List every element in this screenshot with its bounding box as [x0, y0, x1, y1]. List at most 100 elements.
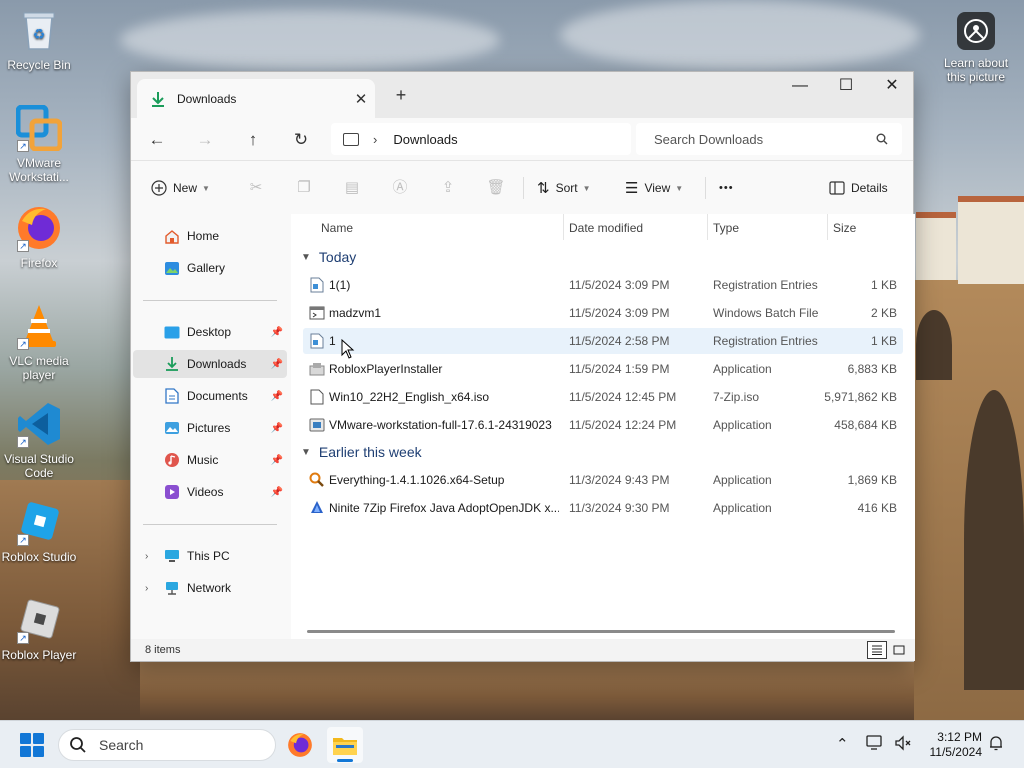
- sidebar-item-downloads[interactable]: Downloads 📌: [133, 350, 287, 378]
- back-button[interactable]: ←: [143, 126, 171, 154]
- file-row[interactable]: Ninite 7Zip Firefox Java AdoptOpenJDK x.…: [303, 495, 903, 521]
- windows-logo-icon: [33, 746, 44, 757]
- column-header-name[interactable]: Name: [321, 214, 353, 242]
- sidebar-item-gallery[interactable]: Gallery: [133, 254, 287, 282]
- taskbar-file-explorer[interactable]: [327, 727, 363, 763]
- desktop-icon-recycle-bin[interactable]: ♻ Recycle Bin: [1, 6, 77, 72]
- notification-bell-icon[interactable]: [988, 735, 1004, 755]
- tiles-view-button[interactable]: [889, 641, 909, 659]
- sidebar-item-home[interactable]: Home: [133, 222, 287, 250]
- file-type: Application: [713, 418, 772, 432]
- close-button[interactable]: ✕: [869, 72, 915, 102]
- pin-icon[interactable]: 📌: [271, 391, 283, 402]
- clock-date: 11/5/2024: [929, 745, 983, 759]
- sort-label: Sort: [555, 181, 578, 195]
- volume-muted-icon[interactable]: [894, 735, 912, 755]
- start-button[interactable]: [20, 733, 44, 757]
- search-input[interactable]: Search Downloads: [636, 123, 902, 155]
- learn-about-picture[interactable]: Learn about this picture: [940, 12, 1012, 84]
- file-name: Everything-1.4.1.1026.x64-Setup: [329, 473, 505, 487]
- forward-button[interactable]: →: [191, 126, 219, 154]
- file-size: 1,869 KB: [847, 473, 897, 487]
- maximize-button[interactable]: ☐: [823, 72, 869, 102]
- display-icon[interactable]: [866, 735, 884, 755]
- pin-icon[interactable]: 📌: [271, 423, 283, 434]
- details-button[interactable]: Details: [829, 175, 888, 201]
- wallpaper-bridge-arch: [916, 310, 952, 380]
- registry-file-icon: [309, 333, 325, 349]
- column-header-date[interactable]: Date modified: [569, 214, 643, 242]
- pin-icon[interactable]: 📌: [271, 487, 283, 498]
- toolbar-divider: [705, 177, 706, 199]
- breadcrumb-downloads[interactable]: Downloads: [393, 132, 457, 147]
- refresh-button[interactable]: ↻: [287, 126, 315, 154]
- sidebar-item-music[interactable]: Music 📌: [133, 446, 287, 474]
- minimize-button[interactable]: —: [777, 72, 823, 102]
- paste-icon[interactable]: ▤: [339, 175, 365, 201]
- file-row[interactable]: Win10_22H2_English_x64.iso 11/5/2024 12:…: [303, 384, 903, 410]
- pin-icon[interactable]: 📌: [271, 359, 283, 370]
- chevron-down-icon: ▼: [675, 183, 684, 193]
- folder-icon: [333, 738, 357, 755]
- sidebar-label: Documents: [187, 389, 248, 403]
- taskbar-search[interactable]: Search: [58, 729, 276, 761]
- desktop-icon-roblox-studio[interactable]: ↗ Roblox Studio: [1, 498, 77, 564]
- taskbar-clock[interactable]: 3:12 PM 11/5/2024: [930, 730, 983, 760]
- column-divider[interactable]: [563, 214, 564, 240]
- file-name: VMware-workstation-full-17.6.1-24319023: [329, 418, 552, 432]
- group-header-today[interactable]: ▼ Today: [301, 246, 356, 268]
- new-button[interactable]: New ▼: [151, 175, 210, 201]
- sidebar-item-videos[interactable]: Videos 📌: [133, 478, 287, 506]
- desktop-icon-vscode[interactable]: ↗ Visual Studio Code: [1, 400, 77, 480]
- copy-icon[interactable]: ❐: [291, 175, 317, 201]
- file-row[interactable]: RobloxPlayerInstaller 11/5/2024 1:59 PM …: [303, 356, 903, 382]
- file-row[interactable]: 1(1) 11/5/2024 3:09 PM Registration Entr…: [303, 272, 903, 298]
- sidebar-item-documents[interactable]: Documents 📌: [133, 382, 287, 410]
- file-row[interactable]: 1 11/5/2024 2:58 PM Registration Entries…: [303, 328, 903, 354]
- cut-icon[interactable]: ✂: [243, 175, 269, 201]
- chevron-right-icon[interactable]: ›: [145, 583, 148, 594]
- sidebar-item-network[interactable]: › Network: [133, 574, 287, 602]
- column-divider[interactable]: [707, 214, 708, 240]
- column-divider[interactable]: [827, 214, 828, 240]
- title-bar[interactable]: Downloads ✕ + — ☐ ✕: [131, 72, 913, 118]
- taskbar-search-label: Search: [99, 737, 144, 753]
- desktop-icon-vlc[interactable]: ↗ VLC media player: [1, 302, 77, 382]
- column-header-size[interactable]: Size: [833, 214, 856, 242]
- delete-icon[interactable]: 🗑: [483, 175, 509, 201]
- pin-icon[interactable]: 📌: [271, 455, 283, 466]
- everything-icon: [309, 472, 325, 488]
- tab-close-button[interactable]: ✕: [347, 90, 375, 108]
- details-view-button[interactable]: [867, 641, 887, 659]
- file-explorer-window[interactable]: Downloads ✕ + — ☐ ✕ ← → ↑ ↻ › Downloads …: [130, 71, 915, 662]
- desktop-icon-vmware[interactable]: ↗ VMware Workstati...: [1, 104, 77, 184]
- sidebar-item-pictures[interactable]: Pictures 📌: [133, 414, 287, 442]
- taskbar-firefox[interactable]: [282, 727, 318, 763]
- wallpaper-house: [958, 196, 1024, 284]
- shortcut-arrow-icon: ↗: [17, 240, 29, 252]
- view-button[interactable]: ☰ View ▼: [625, 175, 683, 201]
- sidebar-item-this-pc[interactable]: › This PC: [133, 542, 287, 570]
- column-header-type[interactable]: Type: [713, 214, 739, 242]
- more-options-button[interactable]: •••: [719, 175, 734, 201]
- up-button[interactable]: ↑: [239, 126, 267, 154]
- desktop-icon-firefox[interactable]: ↗ Firefox: [1, 204, 77, 270]
- new-tab-button[interactable]: +: [389, 84, 413, 108]
- horizontal-scrollbar[interactable]: [307, 630, 895, 633]
- file-row[interactable]: VMware-workstation-full-17.6.1-24319023 …: [303, 412, 903, 438]
- desktop-icon-roblox-player[interactable]: ↗ Roblox Player: [1, 596, 77, 662]
- breadcrumb[interactable]: › Downloads: [331, 123, 631, 155]
- group-header-earlier-this-week[interactable]: ▼ Earlier this week: [301, 441, 422, 463]
- file-row[interactable]: Everything-1.4.1.1026.x64-Setup 11/3/202…: [303, 467, 903, 493]
- sidebar-item-desktop[interactable]: Desktop 📌: [133, 318, 287, 346]
- chevron-up-icon[interactable]: ⌃: [836, 735, 849, 753]
- address-bar: ← → ↑ ↻ › Downloads Search Downloads: [131, 118, 913, 160]
- file-row[interactable]: madzvm1 11/5/2024 3:09 PM Windows Batch …: [303, 300, 903, 326]
- music-icon: [163, 452, 181, 468]
- pin-icon[interactable]: 📌: [271, 327, 283, 338]
- tab-downloads[interactable]: Downloads ✕: [137, 79, 375, 118]
- chevron-right-icon[interactable]: ›: [145, 551, 148, 562]
- rename-icon[interactable]: Ⓐ: [387, 175, 413, 201]
- share-icon[interactable]: ⇪: [435, 175, 461, 201]
- sort-button[interactable]: ⇅ Sort ▼: [537, 175, 591, 201]
